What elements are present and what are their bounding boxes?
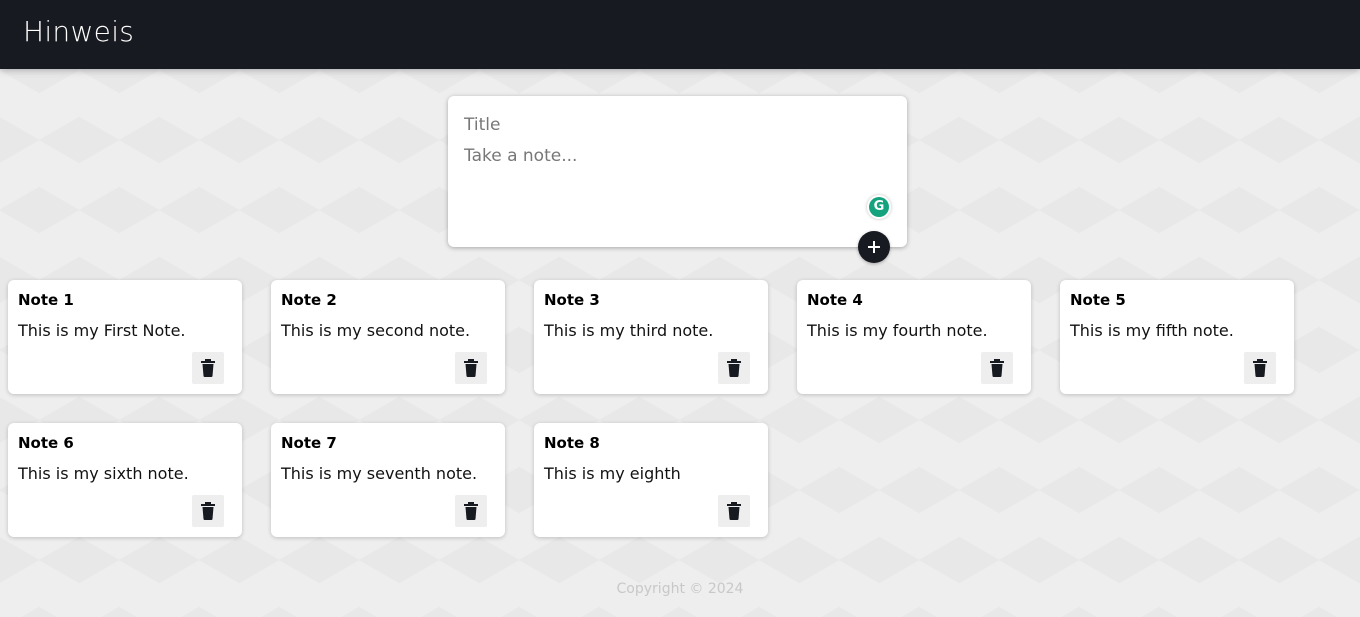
note-title-input[interactable]	[464, 112, 884, 138]
trash-icon	[727, 502, 741, 520]
note-card: Note 5 This is my fifth note.	[1060, 280, 1294, 394]
trash-icon	[464, 359, 478, 377]
trash-icon	[201, 359, 215, 377]
note-title: Note 4	[807, 291, 863, 309]
copyright-text: Copyright © 2024	[616, 581, 744, 597]
note-content: This is my fifth note.	[1070, 321, 1234, 340]
note-title: Note 1	[18, 291, 74, 309]
note-content-input[interactable]	[464, 146, 884, 206]
grammarly-letter: G	[869, 197, 889, 217]
grammarly-icon[interactable]: G	[867, 195, 891, 219]
note-title: Note 6	[18, 434, 74, 452]
trash-icon	[727, 359, 741, 377]
delete-note-button[interactable]	[455, 495, 487, 527]
create-note-form: G	[448, 96, 907, 247]
trash-icon	[1253, 359, 1267, 377]
note-content: This is my sixth note.	[18, 464, 189, 483]
note-title: Note 8	[544, 434, 600, 452]
trash-icon	[201, 502, 215, 520]
note-title: Note 2	[281, 291, 337, 309]
trash-icon	[464, 502, 478, 520]
note-card: Note 2 This is my second note.	[271, 280, 505, 394]
note-content: This is my eighth	[544, 464, 681, 483]
note-content: This is my third note.	[544, 321, 714, 340]
note-card: Note 6 This is my sixth note.	[8, 423, 242, 537]
delete-note-button[interactable]	[455, 352, 487, 384]
add-note-button[interactable]	[858, 231, 890, 263]
delete-note-button[interactable]	[981, 352, 1013, 384]
note-content: This is my seventh note.	[281, 464, 478, 483]
note-card: Note 1 This is my First Note.	[8, 280, 242, 394]
note-title: Note 7	[281, 434, 337, 452]
note-title: Note 3	[544, 291, 600, 309]
note-card: Note 8 This is my eighth	[534, 423, 768, 537]
delete-note-button[interactable]	[192, 352, 224, 384]
note-title: Note 5	[1070, 291, 1126, 309]
note-card: Note 4 This is my fourth note.	[797, 280, 1031, 394]
delete-note-button[interactable]	[192, 495, 224, 527]
delete-note-button[interactable]	[718, 495, 750, 527]
note-card: Note 7 This is my seventh note.	[271, 423, 505, 537]
footer: Copyright © 2024	[0, 581, 1360, 597]
app-title: Hinweis	[23, 15, 135, 48]
delete-note-button[interactable]	[718, 352, 750, 384]
trash-icon	[990, 359, 1004, 377]
note-card: Note 3 This is my third note.	[534, 280, 768, 394]
plus-icon	[868, 241, 880, 253]
delete-note-button[interactable]	[1244, 352, 1276, 384]
note-content: This is my First Note.	[18, 321, 186, 340]
app-header: Hinweis	[0, 0, 1360, 69]
note-content: This is my fourth note.	[807, 321, 988, 340]
note-content: This is my second note.	[281, 321, 471, 340]
